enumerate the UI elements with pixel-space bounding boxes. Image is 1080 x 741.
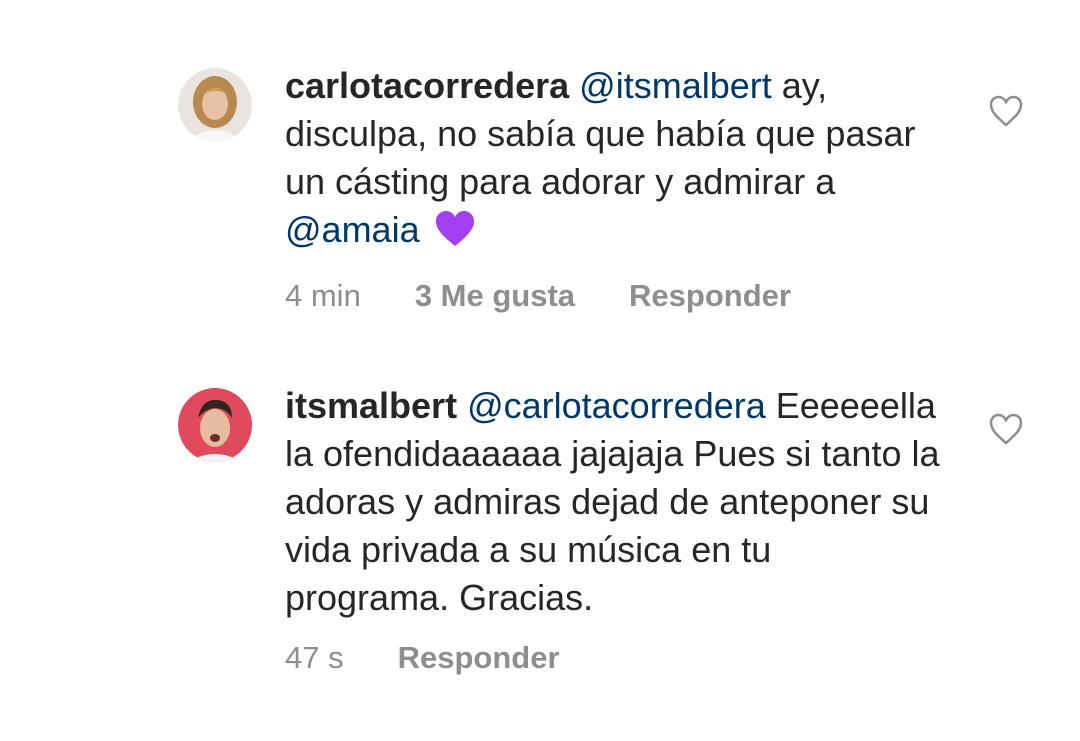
comment-meta: 47 s Responder	[285, 640, 945, 676]
comment-time[interactable]: 4 min	[285, 278, 361, 314]
likes-count[interactable]: 3 Me gusta	[415, 278, 575, 314]
mention-link[interactable]: @carlotacorredera	[467, 385, 766, 426]
reply-button[interactable]: Responder	[398, 640, 560, 676]
purple-heart-emoji	[434, 210, 476, 260]
avatar-carlotacorredera[interactable]	[178, 68, 252, 142]
comment-username[interactable]: carlotacorredera	[285, 65, 569, 106]
heart-outline-icon[interactable]	[988, 94, 1024, 128]
comment-body: carlotacorredera @itsmalbert ay, disculp…	[285, 62, 945, 314]
mention-link[interactable]: @amaia	[285, 209, 420, 250]
comment-username[interactable]: itsmalbert	[285, 385, 457, 426]
reply-button[interactable]: Responder	[629, 278, 791, 314]
comment-time[interactable]: 47 s	[285, 640, 344, 676]
mention-link[interactable]: @itsmalbert	[579, 65, 772, 106]
comment-meta: 4 min 3 Me gusta Responder	[285, 278, 945, 314]
comment-text: carlotacorredera @itsmalbert ay, disculp…	[285, 62, 945, 260]
heart-outline-icon[interactable]	[988, 412, 1024, 446]
comment-body: itsmalbert @carlotacorredera Eeeeeella l…	[285, 382, 945, 676]
comment-text: itsmalbert @carlotacorredera Eeeeeella l…	[285, 382, 945, 622]
avatar-itsmalbert[interactable]	[178, 388, 252, 462]
